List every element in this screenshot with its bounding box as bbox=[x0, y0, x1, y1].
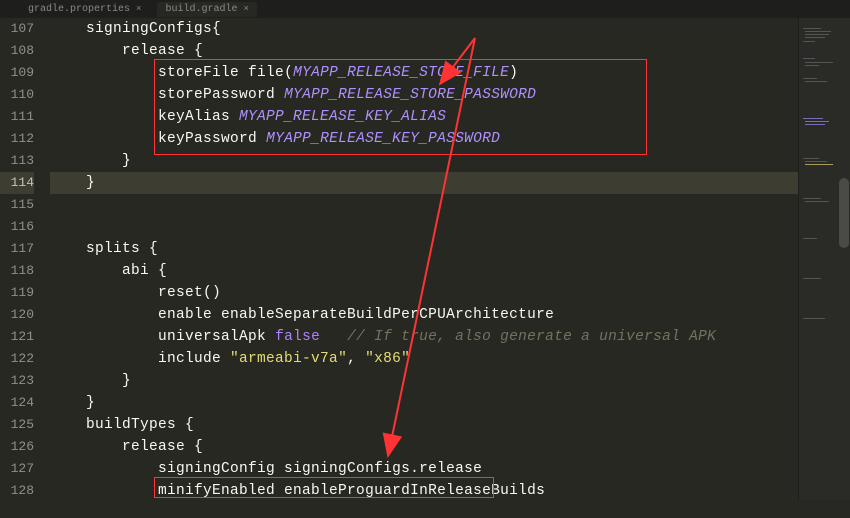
code-line: keyPassword MYAPP_RELEASE_KEY_PASSWORD bbox=[50, 128, 798, 150]
line-number: 112 bbox=[0, 128, 34, 150]
editor-area: 107 108 109 110 111 112 113 114 115 116 … bbox=[0, 18, 850, 500]
vertical-scrollbar[interactable] bbox=[838, 18, 850, 500]
code-line: release { bbox=[50, 40, 798, 62]
line-number: 120 bbox=[0, 304, 34, 326]
scrollbar-thumb[interactable] bbox=[839, 178, 849, 248]
tab-label: build.gradle bbox=[165, 4, 237, 15]
code-line: storeFile file(MYAPP_RELEASE_STORE_FILE) bbox=[50, 62, 798, 84]
line-number: 108 bbox=[0, 40, 34, 62]
line-number: 117 bbox=[0, 238, 34, 260]
line-number: 107 bbox=[0, 18, 34, 40]
line-number: 116 bbox=[0, 216, 34, 238]
code-editor[interactable]: signingConfigs{ release { storeFile file… bbox=[42, 18, 798, 500]
line-number: 128 bbox=[0, 480, 34, 502]
line-number: 122 bbox=[0, 348, 34, 370]
code-line: enable enableSeparateBuildPerCPUArchitec… bbox=[50, 304, 798, 326]
line-number: 125 bbox=[0, 414, 34, 436]
code-line: } bbox=[50, 370, 798, 392]
code-line: storePassword MYAPP_RELEASE_STORE_PASSWO… bbox=[50, 84, 798, 106]
code-line: splits { bbox=[50, 238, 798, 260]
code-line: buildTypes { bbox=[50, 414, 798, 436]
code-line: } bbox=[50, 392, 798, 414]
code-line: include "armeabi-v7a", "x86" bbox=[50, 348, 798, 370]
tab-gradle-properties[interactable]: gradle.properties × bbox=[20, 2, 149, 17]
line-number: 124 bbox=[0, 392, 34, 414]
line-number: 118 bbox=[0, 260, 34, 282]
code-line bbox=[50, 194, 798, 216]
line-number: 113 bbox=[0, 150, 34, 172]
line-number-gutter: 107 108 109 110 111 112 113 114 115 116 … bbox=[0, 18, 42, 500]
line-number: 123 bbox=[0, 370, 34, 392]
code-line: } bbox=[50, 150, 798, 172]
line-number: 127 bbox=[0, 458, 34, 480]
code-line: universalApk false // If true, also gene… bbox=[50, 326, 798, 348]
close-icon[interactable]: × bbox=[243, 4, 248, 14]
code-line: minifyEnabled enableProguardInReleaseBui… bbox=[50, 480, 798, 502]
code-line: signingConfig signingConfigs.release bbox=[50, 458, 798, 480]
line-number: 119 bbox=[0, 282, 34, 304]
code-line: keyAlias MYAPP_RELEASE_KEY_ALIAS bbox=[50, 106, 798, 128]
tab-label: gradle.properties bbox=[28, 4, 130, 15]
line-number: 111 bbox=[0, 106, 34, 128]
code-line: } bbox=[50, 172, 798, 194]
line-number: 115 bbox=[0, 194, 34, 216]
line-number: 110 bbox=[0, 84, 34, 106]
code-line: reset() bbox=[50, 282, 798, 304]
line-number: 114 bbox=[0, 172, 34, 194]
line-number: 126 bbox=[0, 436, 34, 458]
code-line: abi { bbox=[50, 260, 798, 282]
code-line bbox=[50, 216, 798, 238]
line-number: 109 bbox=[0, 62, 34, 84]
tab-bar: gradle.properties × build.gradle × bbox=[0, 0, 850, 18]
code-line: release { bbox=[50, 436, 798, 458]
close-icon[interactable]: × bbox=[136, 4, 141, 14]
line-number: 121 bbox=[0, 326, 34, 348]
minimap[interactable] bbox=[798, 18, 838, 500]
code-line: signingConfigs{ bbox=[50, 18, 798, 40]
tab-build-gradle[interactable]: build.gradle × bbox=[157, 2, 256, 17]
